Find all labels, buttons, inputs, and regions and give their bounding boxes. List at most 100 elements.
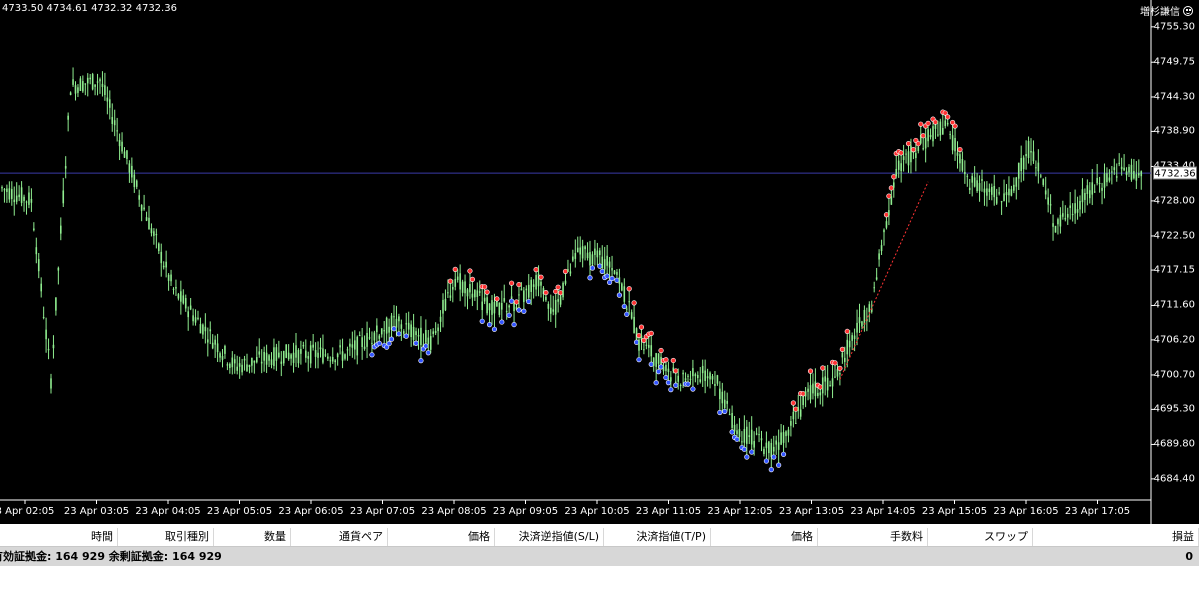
column-header[interactable]: 価格 <box>711 528 818 546</box>
column-header[interactable]: 価格 <box>388 528 495 546</box>
candle-body <box>86 77 89 84</box>
candle-body <box>91 74 94 90</box>
account-indicator[interactable]: 増杉謙信 <box>1140 3 1193 18</box>
sell-marker <box>447 278 453 284</box>
candle-body <box>829 385 831 387</box>
time-tick-label: 23 Apr 07:05 <box>349 506 416 517</box>
candle-body <box>643 349 645 351</box>
candle-body <box>233 359 236 364</box>
column-header[interactable]: 損益 <box>1033 528 1199 546</box>
candle-body <box>804 391 807 397</box>
candle-body <box>564 280 567 284</box>
buy-marker <box>624 311 630 317</box>
candle-body <box>1081 189 1084 203</box>
column-header[interactable]: 通貨ペア <box>291 528 388 546</box>
candle-body <box>868 304 871 313</box>
candle-body <box>701 365 704 374</box>
column-header[interactable]: 決済逆指値(S/L) <box>495 528 604 546</box>
sell-marker <box>638 324 645 330</box>
candle-body <box>667 368 670 372</box>
candle-body <box>50 378 52 389</box>
buy-marker <box>386 340 392 347</box>
candle-body <box>802 396 804 406</box>
candle-body <box>1084 193 1086 200</box>
candle-body <box>30 198 33 203</box>
candle-body <box>231 357 234 368</box>
column-header[interactable]: 取引種別 <box>118 528 214 546</box>
candle-body <box>591 254 594 265</box>
candle-body <box>1035 167 1037 169</box>
candle-body <box>388 326 390 333</box>
candle-body <box>973 177 976 187</box>
price-tick-label: 4728.00 <box>1153 195 1195 207</box>
candle-body <box>292 352 295 363</box>
chart-canvas[interactable] <box>0 0 1199 524</box>
candle-body <box>775 440 777 445</box>
candle-body <box>305 350 307 358</box>
sell-marker <box>562 268 569 275</box>
balance-row[interactable]: 有効証拠金: 164 929 余剰証拠金: 164 929 0 <box>0 547 1199 566</box>
column-header[interactable]: 決済指値(T/P) <box>604 528 711 546</box>
candle-body <box>162 265 165 268</box>
candle-body <box>170 274 172 282</box>
candle-body <box>246 364 248 372</box>
candle-body <box>324 354 327 356</box>
candle-body <box>946 122 949 125</box>
candle-body <box>403 331 405 334</box>
column-header[interactable]: 数量 <box>214 528 291 546</box>
candle-body <box>260 361 263 364</box>
buy-marker <box>526 298 532 305</box>
candle-body <box>824 376 826 382</box>
column-header[interactable]: スワップ <box>928 528 1033 546</box>
candle-body <box>439 316 442 322</box>
buy-marker <box>589 265 596 271</box>
candle-body <box>807 388 809 392</box>
candle-body <box>782 432 785 443</box>
column-header[interactable]: 手数料 <box>818 528 928 546</box>
candle-body <box>748 435 751 437</box>
candle-body <box>79 78 82 91</box>
candle-body <box>72 79 74 85</box>
candle-body <box>821 377 824 394</box>
candle-body <box>459 273 461 290</box>
candle-body <box>331 356 334 362</box>
candle-body <box>841 352 844 358</box>
candle-body <box>47 348 50 351</box>
candle-body <box>1135 174 1138 181</box>
price-chart[interactable]: 4733.50 4734.61 4732.32 4732.36 増杉謙信 475… <box>0 0 1199 524</box>
candle-body <box>67 115 69 120</box>
candle-body <box>314 350 317 357</box>
candle-body <box>35 247 38 255</box>
candle-body <box>785 431 787 437</box>
candle-body <box>52 344 55 349</box>
sell-marker <box>543 289 549 296</box>
time-tick-label: 23 Apr 14:05 <box>850 506 916 517</box>
candle-body <box>1093 191 1096 193</box>
candle-body <box>104 85 106 96</box>
candle-body <box>447 292 449 294</box>
candle-body <box>853 335 856 340</box>
candle-body <box>523 290 525 303</box>
buy-marker <box>621 303 627 310</box>
candle-body <box>603 259 606 270</box>
candle-body <box>356 336 359 356</box>
candle-body <box>307 356 310 359</box>
candle-body <box>1140 171 1143 177</box>
candle-body <box>652 357 655 366</box>
candle-body <box>229 363 231 368</box>
candle-body <box>1071 214 1074 216</box>
buy-marker <box>479 318 485 324</box>
candle-body <box>1000 201 1003 203</box>
candle-body <box>694 374 697 377</box>
candle-body <box>1008 188 1010 196</box>
buy-marker <box>609 275 615 282</box>
candle-body <box>432 331 434 334</box>
candle-body <box>420 327 422 345</box>
candle-body <box>395 318 398 328</box>
column-header[interactable]: 時間 <box>0 528 118 546</box>
candle-body <box>452 287 454 290</box>
time-tick-label: 23 Apr 16:05 <box>993 506 1059 517</box>
candle-body <box>400 324 403 329</box>
candle-body <box>905 153 907 155</box>
price-tick-label: 4717.15 <box>1153 264 1195 276</box>
